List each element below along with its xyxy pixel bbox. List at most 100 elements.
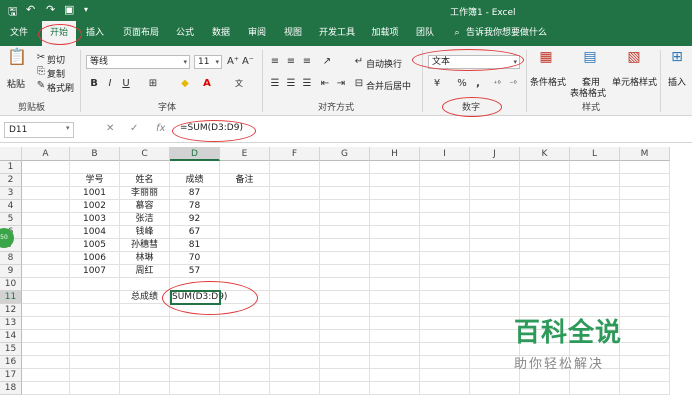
copy-button[interactable]: 复制: [47, 67, 65, 80]
cell-g17[interactable]: [320, 369, 370, 382]
cancel-icon[interactable]: ✕: [106, 123, 114, 134]
cell-k9[interactable]: [520, 265, 570, 278]
cell-b12[interactable]: [70, 304, 120, 317]
cell-j18[interactable]: [470, 382, 520, 395]
row-header-15[interactable]: 15: [0, 343, 22, 356]
row-header-12[interactable]: 12: [0, 304, 22, 317]
cell-k18[interactable]: [520, 382, 570, 395]
cell-h12[interactable]: [370, 304, 420, 317]
cell-d7[interactable]: 81: [170, 239, 220, 252]
cell-k8[interactable]: [520, 252, 570, 265]
cell-g7[interactable]: [320, 239, 370, 252]
cell-a10[interactable]: [22, 278, 70, 291]
cell-m5[interactable]: [620, 213, 670, 226]
cell-c9[interactable]: 周红: [120, 265, 170, 278]
tab-file[interactable]: 文件: [4, 21, 34, 46]
cell-i13[interactable]: [420, 317, 470, 330]
cell-h7[interactable]: [370, 239, 420, 252]
cell-a12[interactable]: [22, 304, 70, 317]
cell-h2[interactable]: [370, 174, 420, 187]
cell-j7[interactable]: [470, 239, 520, 252]
cell-j4[interactable]: [470, 200, 520, 213]
cell-a1[interactable]: [22, 161, 70, 174]
cell-c3[interactable]: 李丽丽: [120, 187, 170, 200]
cell-f13[interactable]: [270, 317, 320, 330]
column-header-k[interactable]: K: [520, 147, 570, 161]
cell-l7[interactable]: [570, 239, 620, 252]
cell-g8[interactable]: [320, 252, 370, 265]
cell-i8[interactable]: [420, 252, 470, 265]
cell-i10[interactable]: [420, 278, 470, 291]
row-header-1[interactable]: 1: [0, 161, 22, 174]
wrap-text-icon[interactable]: ↵: [353, 55, 365, 69]
cell-c2[interactable]: 姓名: [120, 174, 170, 187]
customize-toolbar-icon[interactable]: ▾: [84, 5, 88, 14]
cell-m9[interactable]: [620, 265, 670, 278]
italic-button[interactable]: I: [104, 77, 116, 91]
cell-c12[interactable]: [120, 304, 170, 317]
cell-j13[interactable]: [470, 317, 520, 330]
cell-i17[interactable]: [420, 369, 470, 382]
align-right-icon[interactable]: ☰: [300, 77, 314, 91]
cell-j8[interactable]: [470, 252, 520, 265]
currency-icon[interactable]: ¥: [430, 77, 444, 91]
cell-j16[interactable]: [470, 356, 520, 369]
align-bottom-icon[interactable]: ≡: [300, 55, 314, 69]
cell-m17[interactable]: [620, 369, 670, 382]
insert-cells-button[interactable]: 插入: [668, 75, 686, 88]
cell-m1[interactable]: [620, 161, 670, 174]
decrease-decimal-icon[interactable]: ⁻⁰: [506, 77, 520, 91]
cell-b4[interactable]: 1002: [70, 200, 120, 213]
cell-b7[interactable]: 1005: [70, 239, 120, 252]
format-painter-button[interactable]: 格式刷: [47, 81, 74, 94]
cell-e4[interactable]: [220, 200, 270, 213]
enter-icon[interactable]: ✓: [130, 123, 138, 134]
undo-icon[interactable]: ↶: [26, 3, 35, 16]
copy-icon[interactable]: ⎘: [36, 65, 46, 79]
column-header-h[interactable]: H: [370, 147, 420, 161]
name-box[interactable]: D11: [4, 122, 74, 138]
cell-m6[interactable]: [620, 226, 670, 239]
row-header-3[interactable]: 3: [0, 187, 22, 200]
cell-i12[interactable]: [420, 304, 470, 317]
cell-i9[interactable]: [420, 265, 470, 278]
merge-center-icon[interactable]: ⊟: [353, 77, 365, 91]
cell-m15[interactable]: [620, 343, 670, 356]
cell-b5[interactable]: 1003: [70, 213, 120, 226]
cell-i18[interactable]: [420, 382, 470, 395]
cell-j11[interactable]: [470, 291, 520, 304]
cell-f10[interactable]: [270, 278, 320, 291]
cell-j15[interactable]: [470, 343, 520, 356]
wrap-text-button[interactable]: 自动换行: [366, 57, 402, 70]
cell-m2[interactable]: [620, 174, 670, 187]
column-header-m[interactable]: M: [620, 147, 670, 161]
cell-k4[interactable]: [520, 200, 570, 213]
cell-g4[interactable]: [320, 200, 370, 213]
cell-f18[interactable]: [270, 382, 320, 395]
merge-center-button[interactable]: 合并后居中: [366, 79, 411, 92]
cell-l6[interactable]: [570, 226, 620, 239]
indent-icon[interactable]: ⇤: [318, 77, 332, 91]
cell-k10[interactable]: [520, 278, 570, 291]
cell-a3[interactable]: [22, 187, 70, 200]
cell-j6[interactable]: [470, 226, 520, 239]
cell-e16[interactable]: [220, 356, 270, 369]
column-header-i[interactable]: I: [420, 147, 470, 161]
bold-button[interactable]: B: [88, 77, 100, 91]
cell-h3[interactable]: [370, 187, 420, 200]
tab-page-layout[interactable]: 页面布局: [118, 21, 164, 46]
cell-g14[interactable]: [320, 330, 370, 343]
cell-m18[interactable]: [620, 382, 670, 395]
cell-j2[interactable]: [470, 174, 520, 187]
cell-d9[interactable]: 57: [170, 265, 220, 278]
cell-f14[interactable]: [270, 330, 320, 343]
cell-b2[interactable]: 学号: [70, 174, 120, 187]
cell-c16[interactable]: [120, 356, 170, 369]
column-header-j[interactable]: J: [470, 147, 520, 161]
cell-c6[interactable]: 钱峰: [120, 226, 170, 239]
cell-h16[interactable]: [370, 356, 420, 369]
cell-e15[interactable]: [220, 343, 270, 356]
format-as-table-icon[interactable]: ▤: [580, 50, 600, 64]
cell-m4[interactable]: [620, 200, 670, 213]
cell-a17[interactable]: [22, 369, 70, 382]
